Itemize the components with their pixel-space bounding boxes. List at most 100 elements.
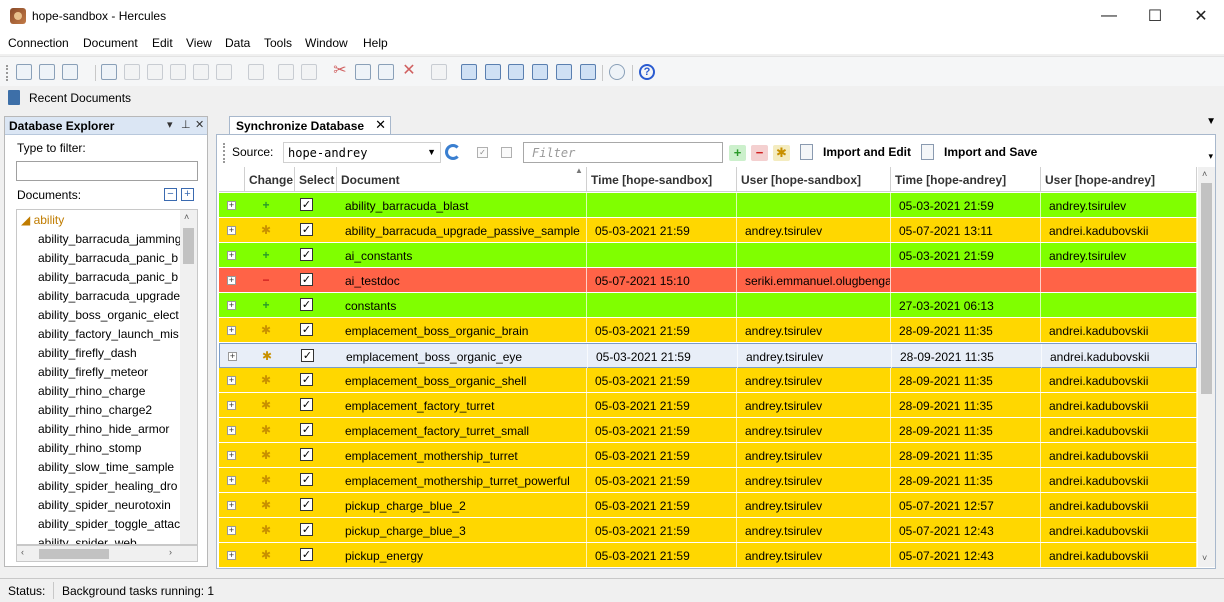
table-row[interactable]: + + ✓ ability_barracuda_blast 05-03-2021 21:… xyxy=(219,193,1197,218)
tree-document-item[interactable]: ability_spider_neurotoxin xyxy=(38,498,171,512)
pin-icon[interactable]: ⊥ xyxy=(181,118,191,131)
scroll-down-icon[interactable]: ˅ xyxy=(1202,553,1207,563)
menu-tools[interactable]: Tools xyxy=(264,36,292,50)
find-in-db-icon[interactable] xyxy=(485,64,501,80)
table-row[interactable]: + ✱ ✓ pickup_charge_blue_3 05-03-2021 21:59 a… xyxy=(219,518,1197,543)
tree-document-item[interactable]: ability_spider_healing_dro xyxy=(38,479,177,493)
find-icon[interactable] xyxy=(431,64,447,80)
tree-scroll-thumb[interactable] xyxy=(183,228,194,264)
schema-icon[interactable] xyxy=(532,64,548,80)
expand-row-icon[interactable]: + xyxy=(227,251,236,260)
show-modified-icon[interactable]: ✱ xyxy=(773,145,790,161)
select-checkbox[interactable]: ✓ xyxy=(300,498,313,511)
new-document-icon[interactable] xyxy=(101,64,117,80)
cut-icon[interactable]: ✂ xyxy=(332,63,348,80)
settings-icon[interactable] xyxy=(609,64,625,80)
tree-document-item[interactable]: ability_barracuda_panic_b xyxy=(38,251,178,265)
table-row[interactable]: + ✱ ✓ emplacement_boss_organic_eye 05-03-202… xyxy=(219,343,1197,369)
tree-document-item[interactable]: ability_barracuda_panic_b xyxy=(38,270,178,284)
menu-data[interactable]: Data xyxy=(225,36,250,50)
tab-list-icon[interactable]: ▼ xyxy=(1206,116,1216,127)
tree-document-item[interactable]: ability_barracuda_upgrade xyxy=(38,289,180,303)
scroll-up-icon[interactable]: ˄ xyxy=(1202,169,1207,179)
expand-row-icon[interactable]: + xyxy=(227,476,236,485)
select-checkbox[interactable]: ✓ xyxy=(300,448,313,461)
close-button[interactable]: ✕ xyxy=(1178,0,1224,32)
tree-horizontal-scrollbar[interactable]: ‹ › xyxy=(16,545,198,562)
table-row[interactable]: + ✱ ✓ emplacement_mothership_turret_powerfu… xyxy=(219,468,1197,493)
select-checkbox[interactable]: ✓ xyxy=(300,423,313,436)
tree-document-item[interactable]: ability_firefly_dash xyxy=(38,346,137,360)
grid-scroll-thumb[interactable] xyxy=(1201,183,1212,394)
save-icon[interactable] xyxy=(124,64,140,80)
table-row[interactable]: + − ✓ ai_testdoc 05-07-2021 15:10 seriki.emma… xyxy=(219,268,1197,293)
tree-document-item[interactable]: ability_spider_web xyxy=(38,536,137,544)
menu-window[interactable]: Window xyxy=(305,36,348,50)
history-icon[interactable] xyxy=(556,64,572,80)
scroll-left-icon[interactable]: ‹ xyxy=(21,547,24,557)
redo-icon[interactable] xyxy=(301,64,317,80)
connect-db-icon[interactable] xyxy=(16,64,32,80)
select-checkbox[interactable]: ✓ xyxy=(300,373,313,386)
expand-all-icon[interactable]: + xyxy=(181,188,194,201)
panel-menu-icon[interactable]: ▾ xyxy=(167,118,173,131)
import-save-button[interactable]: Import and Save xyxy=(944,145,1037,159)
select-checkbox[interactable]: ✓ xyxy=(300,248,313,261)
tree-document-item[interactable]: ability_rhino_charge2 xyxy=(38,403,152,417)
filter-input[interactable]: Filter xyxy=(523,142,723,163)
menu-document[interactable]: Document xyxy=(83,36,138,50)
recent-documents-label[interactable]: Recent Documents xyxy=(29,91,131,105)
refresh-icon[interactable] xyxy=(445,144,461,160)
tree-document-item[interactable]: ability_barracuda_jamming xyxy=(38,232,181,246)
tab-synchronize-database[interactable]: Synchronize Database ✕ xyxy=(229,116,391,135)
delete-icon[interactable]: ✕ xyxy=(401,63,417,80)
print-icon[interactable] xyxy=(248,64,264,80)
show-added-icon[interactable]: + xyxy=(729,145,746,161)
column-header-time-andrey[interactable]: Time [hope-andrey] xyxy=(891,167,1041,192)
table-row[interactable]: + ✱ ✓ pickup_charge_blue_2 05-03-2021 21:59 a… xyxy=(219,493,1197,518)
toolbar-grip[interactable] xyxy=(223,143,226,163)
compare-icon[interactable] xyxy=(461,64,477,80)
undo-icon[interactable] xyxy=(278,64,294,80)
column-header-user-andrey[interactable]: User [hope-andrey] xyxy=(1041,167,1197,192)
copy-doc-icon[interactable] xyxy=(170,64,186,80)
table-row[interactable]: + ✱ ✓ emplacement_mothership_turret 05-03-20… xyxy=(219,443,1197,468)
select-checkbox[interactable]: ✓ xyxy=(300,298,313,311)
expand-row-icon[interactable]: + xyxy=(227,526,236,535)
tree-document-item[interactable]: ability_factory_launch_mis xyxy=(38,327,179,341)
table-row[interactable]: + ✱ ✓ emplacement_boss_organic_shell 05-03-2… xyxy=(219,368,1197,393)
table-row[interactable]: + + ✓ constants 27-03-2021 06:13 xyxy=(219,293,1197,318)
menu-connection[interactable]: Connection xyxy=(8,36,69,50)
select-none-icon[interactable] xyxy=(501,147,512,158)
source-select[interactable]: hope-andrey ▼ xyxy=(283,142,441,163)
expand-row-icon[interactable]: + xyxy=(227,551,236,560)
expand-row-icon[interactable]: + xyxy=(227,276,236,285)
table-row[interactable]: + ✱ ✓ emplacement_factory_turret_small 05-03… xyxy=(219,418,1197,443)
duplicate-icon[interactable] xyxy=(216,64,232,80)
select-checkbox[interactable]: ✓ xyxy=(300,223,313,236)
table-row[interactable]: + ✱ ✓ emplacement_factory_turret 05-03-2021 … xyxy=(219,393,1197,418)
table-view-icon[interactable] xyxy=(508,64,524,80)
recent-documents-bar[interactable]: Recent Documents xyxy=(0,87,1224,109)
sync-icon[interactable] xyxy=(580,64,596,80)
column-header-user-sandbox[interactable]: User [hope-sandbox] xyxy=(737,167,891,192)
save-all-icon[interactable] xyxy=(147,64,163,80)
scroll-right-icon[interactable]: › xyxy=(169,547,172,557)
tree-document-item[interactable]: ability_rhino_charge xyxy=(38,384,145,398)
select-checkbox[interactable]: ✓ xyxy=(300,548,313,561)
tree-document-item[interactable]: ability_spider_toggle_attac xyxy=(38,517,180,531)
select-checkbox[interactable]: ✓ xyxy=(300,198,313,211)
table-row[interactable]: + ✱ ✓ emplacement_boss_organic_brain 05-03-2… xyxy=(219,318,1197,343)
select-checkbox[interactable]: ✓ xyxy=(301,349,314,362)
expand-row-icon[interactable]: + xyxy=(227,376,236,385)
expand-row-icon[interactable]: + xyxy=(227,301,236,310)
show-deleted-icon[interactable]: − xyxy=(751,145,768,161)
table-row[interactable]: + ✱ ✓ ability_barracuda_upgrade_passive_sam… xyxy=(219,218,1197,243)
tree-document-item[interactable]: ability_slow_time_sample xyxy=(38,460,174,474)
tree-document-item[interactable]: ability_rhino_stomp xyxy=(38,441,141,455)
column-header-change[interactable]: Change xyxy=(245,167,295,192)
expand-row-icon[interactable]: + xyxy=(228,352,237,361)
tree-vertical-scrollbar[interactable]: ˄ xyxy=(180,210,197,544)
tree-document-item[interactable]: ability_boss_organic_elect xyxy=(38,308,179,322)
disconnect-db-icon[interactable] xyxy=(39,64,55,80)
